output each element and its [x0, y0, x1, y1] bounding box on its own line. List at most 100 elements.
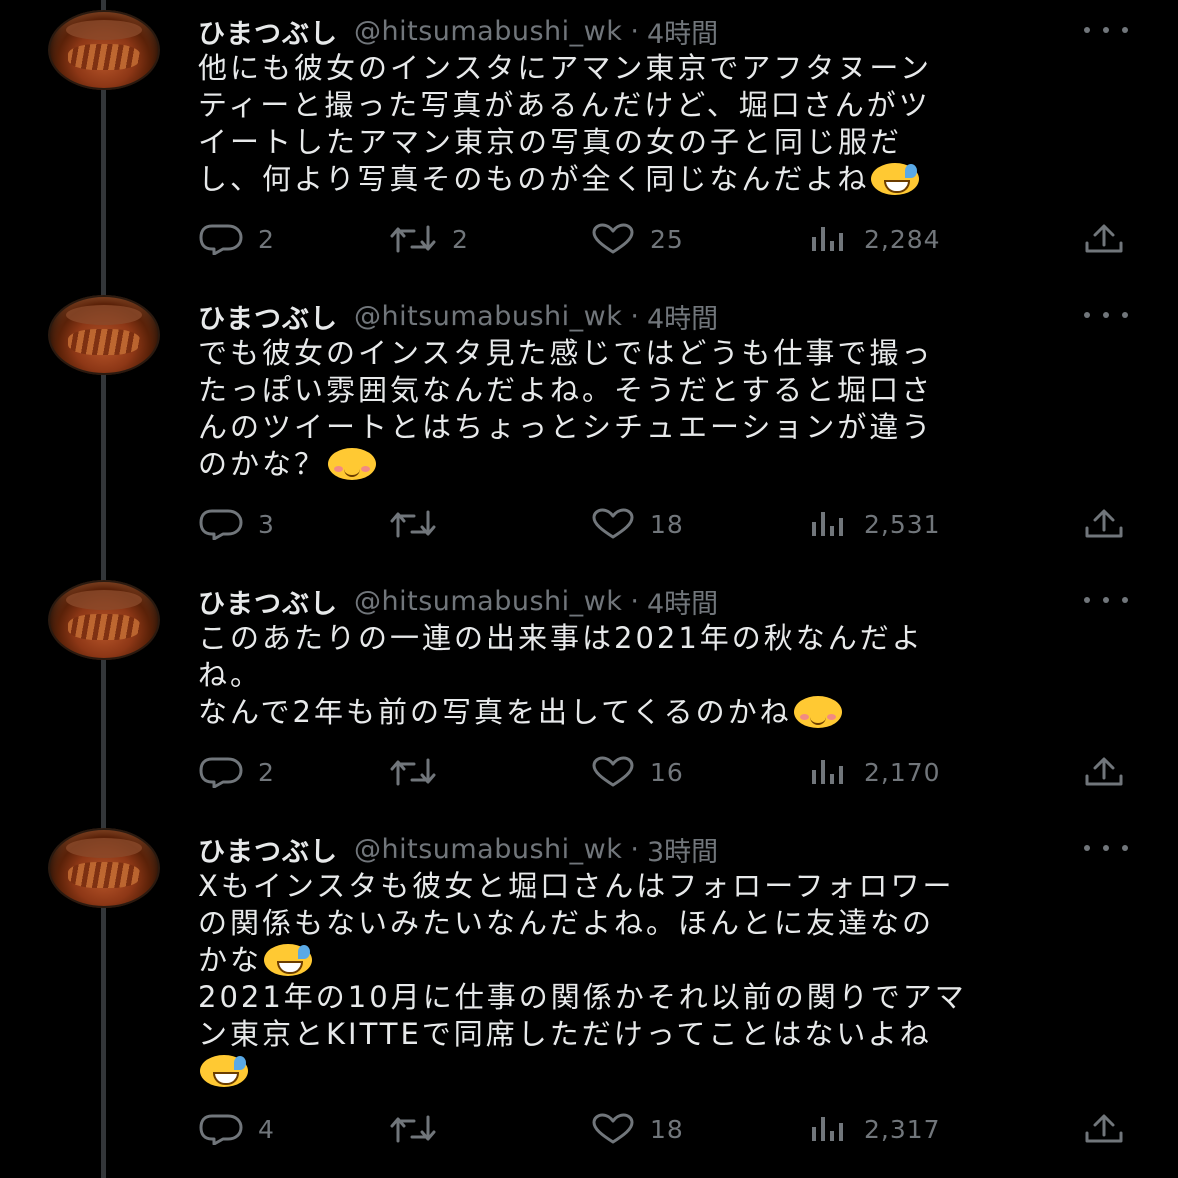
tweet-text-line: のかな？	[198, 447, 327, 481]
tweet-text-line: ね。	[198, 658, 263, 692]
display-name[interactable]: ひまつぶし	[198, 582, 338, 621]
tweet-text-line: かな	[198, 943, 263, 977]
user-handle[interactable]: @hitsumabushi_wk	[354, 301, 622, 332]
repost-button[interactable]	[388, 1112, 452, 1146]
like-button[interactable]: 18	[590, 507, 684, 541]
tweet-text-line: んのツイートとはちょっとシチュエーションが違う	[198, 410, 934, 444]
tweet-header: ひまつぶし @hitsumabushi_wk · 4時間	[198, 12, 1138, 51]
smiling-blush-emoji	[793, 696, 842, 728]
share-icon	[1085, 757, 1123, 786]
avatar[interactable]	[48, 580, 160, 660]
tweet-text-line: イートしたアマン東京の写真の女の子と同じ服だ	[198, 125, 903, 159]
share-button[interactable]	[1082, 507, 1126, 541]
tweet-text-line: の関係もないみたいなんだよね。ほんとに友達なの	[198, 906, 935, 940]
separator-dot: ·	[630, 833, 639, 865]
more-icon[interactable]	[1084, 588, 1128, 612]
repost-button[interactable]: 2	[388, 222, 469, 256]
tweet-header: ひまつぶし @hitsumabushi_wk · 4時間	[198, 297, 1138, 336]
reply-count: 4	[258, 1114, 275, 1144]
like-count: 16	[650, 757, 684, 787]
tweet-text-line: たっぽい雰囲気なんだよね。そうだとすると堀口さ	[198, 373, 934, 407]
avatar[interactable]	[48, 828, 160, 908]
like-button[interactable]: 18	[590, 1112, 684, 1146]
like-button[interactable]: 25	[590, 222, 684, 256]
reply-button[interactable]: 3	[198, 507, 275, 541]
views-icon	[812, 512, 843, 536]
tweet-text-line: でも彼女のインスタ見た感じではどうも仕事で撮っ	[198, 336, 934, 370]
reply-icon	[199, 1114, 243, 1145]
views-button[interactable]: 2,170	[810, 755, 941, 789]
reply-count: 3	[258, 509, 275, 539]
more-icon[interactable]	[1084, 18, 1128, 42]
tweet-text-line: ン東京とKITTEで同席しただけってことはないよね	[198, 1017, 932, 1051]
like-button[interactable]: 16	[590, 755, 684, 789]
share-button[interactable]	[1082, 1112, 1126, 1146]
action-bar: 4 18 2,317	[198, 1112, 1138, 1146]
timestamp[interactable]: 4時間	[647, 582, 718, 621]
tweet-text-line: Xもインスタも彼女と堀口さんはフォローフォロワー	[198, 869, 955, 903]
share-icon	[1085, 509, 1123, 538]
tweet-header: ひまつぶし @hitsumabushi_wk · 3時間	[198, 830, 1138, 869]
heart-icon	[592, 223, 634, 254]
reply-button[interactable]: 2	[198, 222, 275, 256]
share-button[interactable]	[1082, 755, 1126, 789]
heart-icon	[592, 756, 634, 787]
views-count: 2,531	[864, 509, 941, 539]
reply-button[interactable]: 4	[198, 1112, 275, 1146]
share-button[interactable]	[1082, 222, 1126, 256]
tweet-text: 他にも彼女のインスタにアマン東京でアフタヌーン ティーと撮った写真があるんだけど…	[198, 50, 1138, 198]
more-icon[interactable]	[1084, 303, 1128, 327]
reply-icon	[199, 224, 243, 255]
user-handle[interactable]: @hitsumabushi_wk	[354, 586, 622, 617]
repost-button[interactable]	[388, 755, 452, 789]
sweat-smile-emoji	[200, 1055, 248, 1087]
repost-icon	[390, 1115, 436, 1143]
timestamp[interactable]: 3時間	[647, 830, 718, 869]
views-icon	[812, 1117, 843, 1141]
repost-icon	[390, 758, 436, 786]
repost-icon	[390, 225, 436, 253]
timestamp[interactable]: 4時間	[647, 297, 718, 336]
repost-count: 2	[452, 224, 469, 254]
action-bar: 3 18 2,531	[198, 507, 1138, 541]
user-handle[interactable]: @hitsumabushi_wk	[354, 16, 622, 47]
display-name[interactable]: ひまつぶし	[198, 830, 338, 869]
repost-button[interactable]	[388, 507, 452, 541]
sweat-smile-emoji	[871, 163, 920, 195]
display-name[interactable]: ひまつぶし	[198, 12, 338, 51]
tweet-text-line: し、何より写真そのものが全く同じなんだよね	[198, 162, 870, 196]
user-handle[interactable]: @hitsumabushi_wk	[354, 834, 622, 865]
views-count: 2,284	[864, 224, 941, 254]
views-button[interactable]: 2,317	[810, 1112, 941, 1146]
views-button[interactable]: 2,531	[810, 507, 941, 541]
views-count: 2,170	[864, 757, 941, 787]
reply-button[interactable]: 2	[198, 755, 275, 789]
like-count: 18	[650, 509, 684, 539]
heart-icon	[592, 1113, 634, 1144]
timestamp[interactable]: 4時間	[647, 12, 718, 51]
like-count: 25	[650, 224, 684, 254]
views-icon	[812, 227, 843, 251]
action-bar: 2 2 25 2,284	[198, 222, 1138, 256]
tweet-header: ひまつぶし @hitsumabushi_wk · 4時間	[198, 582, 1138, 621]
tweet-text-line: 2021年の10月に仕事の関係かそれ以前の関りでアマ	[198, 980, 967, 1014]
share-icon	[1085, 1114, 1123, 1143]
more-icon[interactable]	[1084, 836, 1128, 860]
display-name[interactable]: ひまつぶし	[198, 297, 338, 336]
reply-icon	[199, 757, 243, 788]
tweet-text: でも彼女のインスタ見た感じではどうも仕事で撮っ たっぽい雰囲気なんだよね。そうだ…	[198, 335, 1138, 483]
like-count: 18	[650, 1114, 684, 1144]
tweet-text: このあたりの一連の出来事は2021年の秋なんだよ ね。 なんで2年も前の写真を出…	[198, 620, 1138, 731]
tweet-text-line: 他にも彼女のインスタにアマン東京でアフタヌーン	[198, 51, 932, 85]
reply-count: 2	[258, 757, 275, 787]
action-bar: 2 16 2,170	[198, 755, 1138, 789]
tweet-text: Xもインスタも彼女と堀口さんはフォローフォロワー の関係もないみたいなんだよね。…	[198, 868, 1138, 1090]
views-button[interactable]: 2,284	[810, 222, 941, 256]
avatar[interactable]	[48, 295, 160, 375]
repost-icon	[390, 510, 436, 538]
views-icon	[812, 760, 843, 784]
avatar[interactable]	[48, 10, 160, 90]
share-icon	[1085, 224, 1123, 253]
views-count: 2,317	[864, 1114, 941, 1144]
smiling-blush-emoji	[328, 448, 377, 480]
